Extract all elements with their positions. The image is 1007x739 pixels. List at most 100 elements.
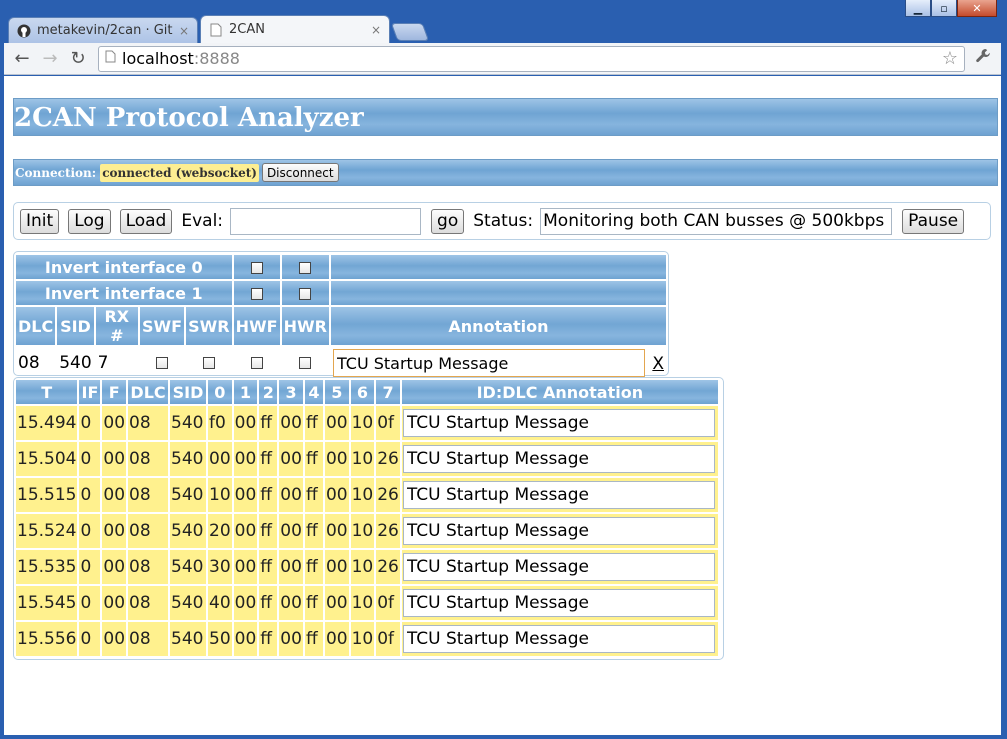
col-dlc: DLC: [16, 307, 56, 345]
pause-button[interactable]: Pause: [902, 208, 965, 234]
table-cell: 10: [350, 550, 375, 584]
data-panel: T IF F DLC SID 0 1 2 3 4 5 6 7 ID:DLC Annotation 15.4…: [13, 377, 724, 660]
table-cell: ff: [259, 442, 278, 476]
table-cell: ff: [259, 406, 278, 440]
close-window-button[interactable]: ✕: [957, 0, 997, 17]
table-cell: 10: [350, 478, 375, 512]
go-button[interactable]: go: [431, 208, 465, 234]
invert0-checkbox-b[interactable]: [299, 262, 312, 274]
annotation-input[interactable]: [402, 409, 715, 437]
table-cell: ff: [304, 550, 323, 584]
annotation-input[interactable]: [402, 553, 715, 581]
maximize-button[interactable]: ▫: [931, 0, 957, 17]
table-cell: ff: [259, 514, 278, 548]
header-spacer: [330, 281, 666, 305]
address-bar[interactable]: localhost :8888 ☆: [98, 45, 965, 72]
page-icon: [209, 23, 223, 37]
wrench-icon[interactable]: [971, 48, 995, 69]
init-button[interactable]: Init: [20, 208, 60, 234]
table-cell: 00: [102, 622, 127, 656]
bookmark-star-icon[interactable]: ☆: [942, 48, 958, 69]
table-cell: 50: [208, 622, 232, 656]
filter-panel: Invert interface 0 Invert interface 1 DL…: [13, 251, 669, 377]
invert1-checkbox-a[interactable]: [250, 288, 263, 300]
table-cell: 0: [79, 406, 101, 440]
filter-annotation-input[interactable]: [332, 349, 645, 377]
log-button[interactable]: Log: [68, 208, 111, 234]
annotation-cell: [401, 586, 718, 620]
table-cell: 00: [102, 406, 127, 440]
annotation-input[interactable]: [402, 517, 715, 545]
table-cell: 00: [208, 442, 232, 476]
invert-interface-1-label: Invert interface 1: [16, 281, 232, 305]
table-cell: 00: [279, 586, 303, 620]
tab-strip: metakevin/2can · Git × 2CAN ×: [8, 15, 430, 43]
annotation-input[interactable]: [402, 625, 715, 653]
annotation-input[interactable]: [402, 445, 715, 473]
minimize-button[interactable]: ▁: [905, 0, 931, 17]
browser-toolbar: ← → ↻ localhost :8888 ☆: [4, 43, 1001, 75]
table-cell: 540: [170, 622, 207, 656]
hwf-checkbox[interactable]: [250, 357, 263, 369]
forward-arrow-icon[interactable]: →: [38, 47, 62, 71]
tab-2can[interactable]: 2CAN ×: [200, 15, 390, 43]
table-cell: f0: [208, 406, 232, 440]
annotation-cell: [401, 406, 718, 440]
table-cell: 08: [128, 442, 169, 476]
col-header: 3: [279, 380, 303, 404]
table-cell: 00: [233, 478, 258, 512]
table-cell: 00: [324, 478, 349, 512]
table-cell: 10: [350, 406, 375, 440]
tab-close-icon[interactable]: ×: [371, 23, 381, 37]
reload-icon[interactable]: ↻: [66, 47, 90, 71]
page-title: 2CAN Protocol Analyzer: [14, 103, 364, 133]
table-cell: 00: [233, 550, 258, 584]
table-row: 15.524 0 00 08 540 20 00 ff 00 ff 00 10 26: [16, 514, 718, 548]
table-cell: 40: [208, 586, 232, 620]
swf-checkbox[interactable]: [156, 357, 169, 369]
col-swr: SWR: [186, 307, 232, 345]
table-cell: 00: [324, 550, 349, 584]
table-cell: 00: [279, 442, 303, 476]
status-label: Status:: [473, 211, 534, 231]
table-row: 15.504 0 00 08 540 00 00 ff 00 ff 00 10 26: [16, 442, 718, 476]
table-cell: ff: [259, 622, 278, 656]
table-row: 15.545 0 00 08 540 40 00 ff 00 ff 00 10 0f: [16, 586, 718, 620]
table-cell: ff: [259, 586, 278, 620]
annotation-input[interactable]: [402, 481, 715, 509]
col-hwr: HWR: [281, 307, 329, 345]
status-field[interactable]: [540, 207, 893, 235]
disconnect-button[interactable]: Disconnect: [261, 163, 339, 182]
annotation-cell: [401, 622, 718, 656]
table-cell: 10: [350, 442, 375, 476]
table-cell: 15.504: [16, 442, 78, 476]
swr-checkbox[interactable]: [202, 357, 215, 369]
col-rx: RX #: [95, 307, 138, 345]
invert1-checkbox-b[interactable]: [299, 288, 312, 300]
table-cell: ff: [304, 622, 323, 656]
table-cell: 08: [128, 514, 169, 548]
eval-input[interactable]: [230, 207, 422, 235]
table-cell: 10: [350, 622, 375, 656]
back-arrow-icon[interactable]: ←: [10, 47, 34, 71]
col-header: 2: [259, 380, 278, 404]
table-cell: 15.524: [16, 514, 78, 548]
table-cell: ff: [304, 586, 323, 620]
title-bar: 2CAN Protocol Analyzer: [13, 98, 998, 136]
eval-label: Eval:: [181, 211, 224, 231]
table-cell: 15.545: [16, 586, 78, 620]
invert0-checkbox-a[interactable]: [250, 262, 263, 274]
new-tab-button[interactable]: [390, 23, 430, 41]
annotation-cell: [401, 514, 718, 548]
tab-close-icon[interactable]: ×: [179, 24, 189, 38]
hwr-checkbox[interactable]: [299, 357, 312, 369]
annotation-input[interactable]: [402, 589, 715, 617]
table-cell: 0: [79, 514, 101, 548]
load-button[interactable]: Load: [119, 208, 173, 234]
tab-github[interactable]: metakevin/2can · Git ×: [8, 17, 198, 43]
col-header: 1: [233, 380, 258, 404]
table-cell: 0: [79, 586, 101, 620]
url-port: :8888: [193, 49, 240, 68]
remove-filter-link[interactable]: X: [652, 354, 664, 374]
window-controls: ▁ ▫ ✕: [905, 0, 997, 17]
